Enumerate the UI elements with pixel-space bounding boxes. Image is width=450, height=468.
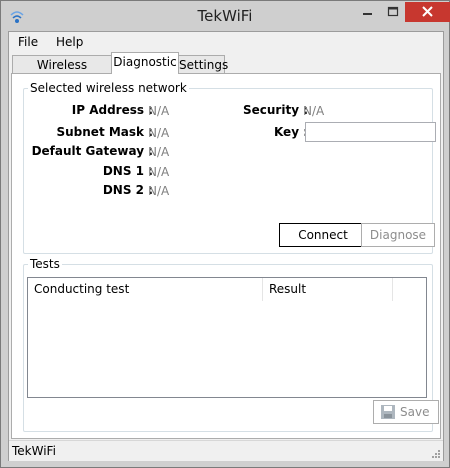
dns1-label: DNS 1 : — [102, 164, 153, 178]
dns2-label: DNS 2 : — [102, 183, 153, 197]
menu-bar: File Help — [9, 32, 443, 52]
connect-button[interactable]: Connect — [279, 223, 367, 247]
ip-address-value: N/A — [148, 104, 170, 118]
subnet-mask-label: Subnet Mask : — [56, 125, 153, 139]
selected-network-title: Selected wireless network — [28, 81, 189, 95]
maximize-icon[interactable] — [380, 2, 406, 22]
tab-strip: Wireless Networks Diagnostic Settings — [9, 52, 443, 90]
selected-network-group: Selected wireless network IP Address : N… — [23, 81, 436, 254]
column-result[interactable]: Result — [263, 278, 393, 301]
tab-settings[interactable]: Settings — [178, 55, 228, 74]
status-text: TekWiFi — [12, 444, 56, 458]
menu-help[interactable]: Help — [56, 35, 83, 49]
tab-wireless-networks[interactable]: Wireless Networks — [12, 55, 112, 90]
diagnose-button[interactable]: Diagnose — [361, 223, 435, 247]
default-gateway-label: Default Gateway : — [31, 144, 153, 158]
minimize-icon[interactable] — [354, 2, 380, 22]
floppy-disk-icon — [381, 405, 395, 419]
tests-list[interactable]: Conducting test Result — [27, 277, 427, 398]
column-conducting-test[interactable]: Conducting test — [28, 278, 263, 301]
title-bar[interactable]: TekWiFi — [1, 1, 450, 31]
default-gateway-value: N/A — [148, 145, 170, 159]
dns1-value: N/A — [148, 165, 170, 179]
key-label: Key : — [273, 125, 308, 139]
status-bar: TekWiFi — [9, 440, 443, 461]
ip-address-label: IP Address : — [71, 103, 153, 117]
app-window: TekWiFi File Help Wireless Networks Diag… — [0, 0, 450, 468]
security-value: N/A — [303, 104, 325, 118]
column-filler — [393, 278, 426, 301]
subnet-mask-value: N/A — [148, 126, 170, 140]
key-field[interactable] — [305, 122, 436, 142]
save-button[interactable]: Save — [373, 400, 439, 424]
client-area: File Help Wireless Networks Diagnostic S… — [8, 31, 444, 461]
diagnostic-panel: Selected wireless network IP Address : N… — [11, 73, 441, 439]
save-label: Save — [400, 405, 430, 419]
resize-grip-icon[interactable] — [431, 449, 441, 459]
tests-group-title: Tests — [28, 257, 62, 271]
menu-file[interactable]: File — [18, 35, 38, 49]
dns2-value: N/A — [148, 184, 170, 198]
close-icon[interactable] — [405, 2, 450, 22]
security-label: Security : — [242, 103, 308, 117]
tests-group: Tests Conducting test Result Save — [23, 257, 439, 432]
tab-diagnostic[interactable]: Diagnostic — [111, 52, 179, 74]
